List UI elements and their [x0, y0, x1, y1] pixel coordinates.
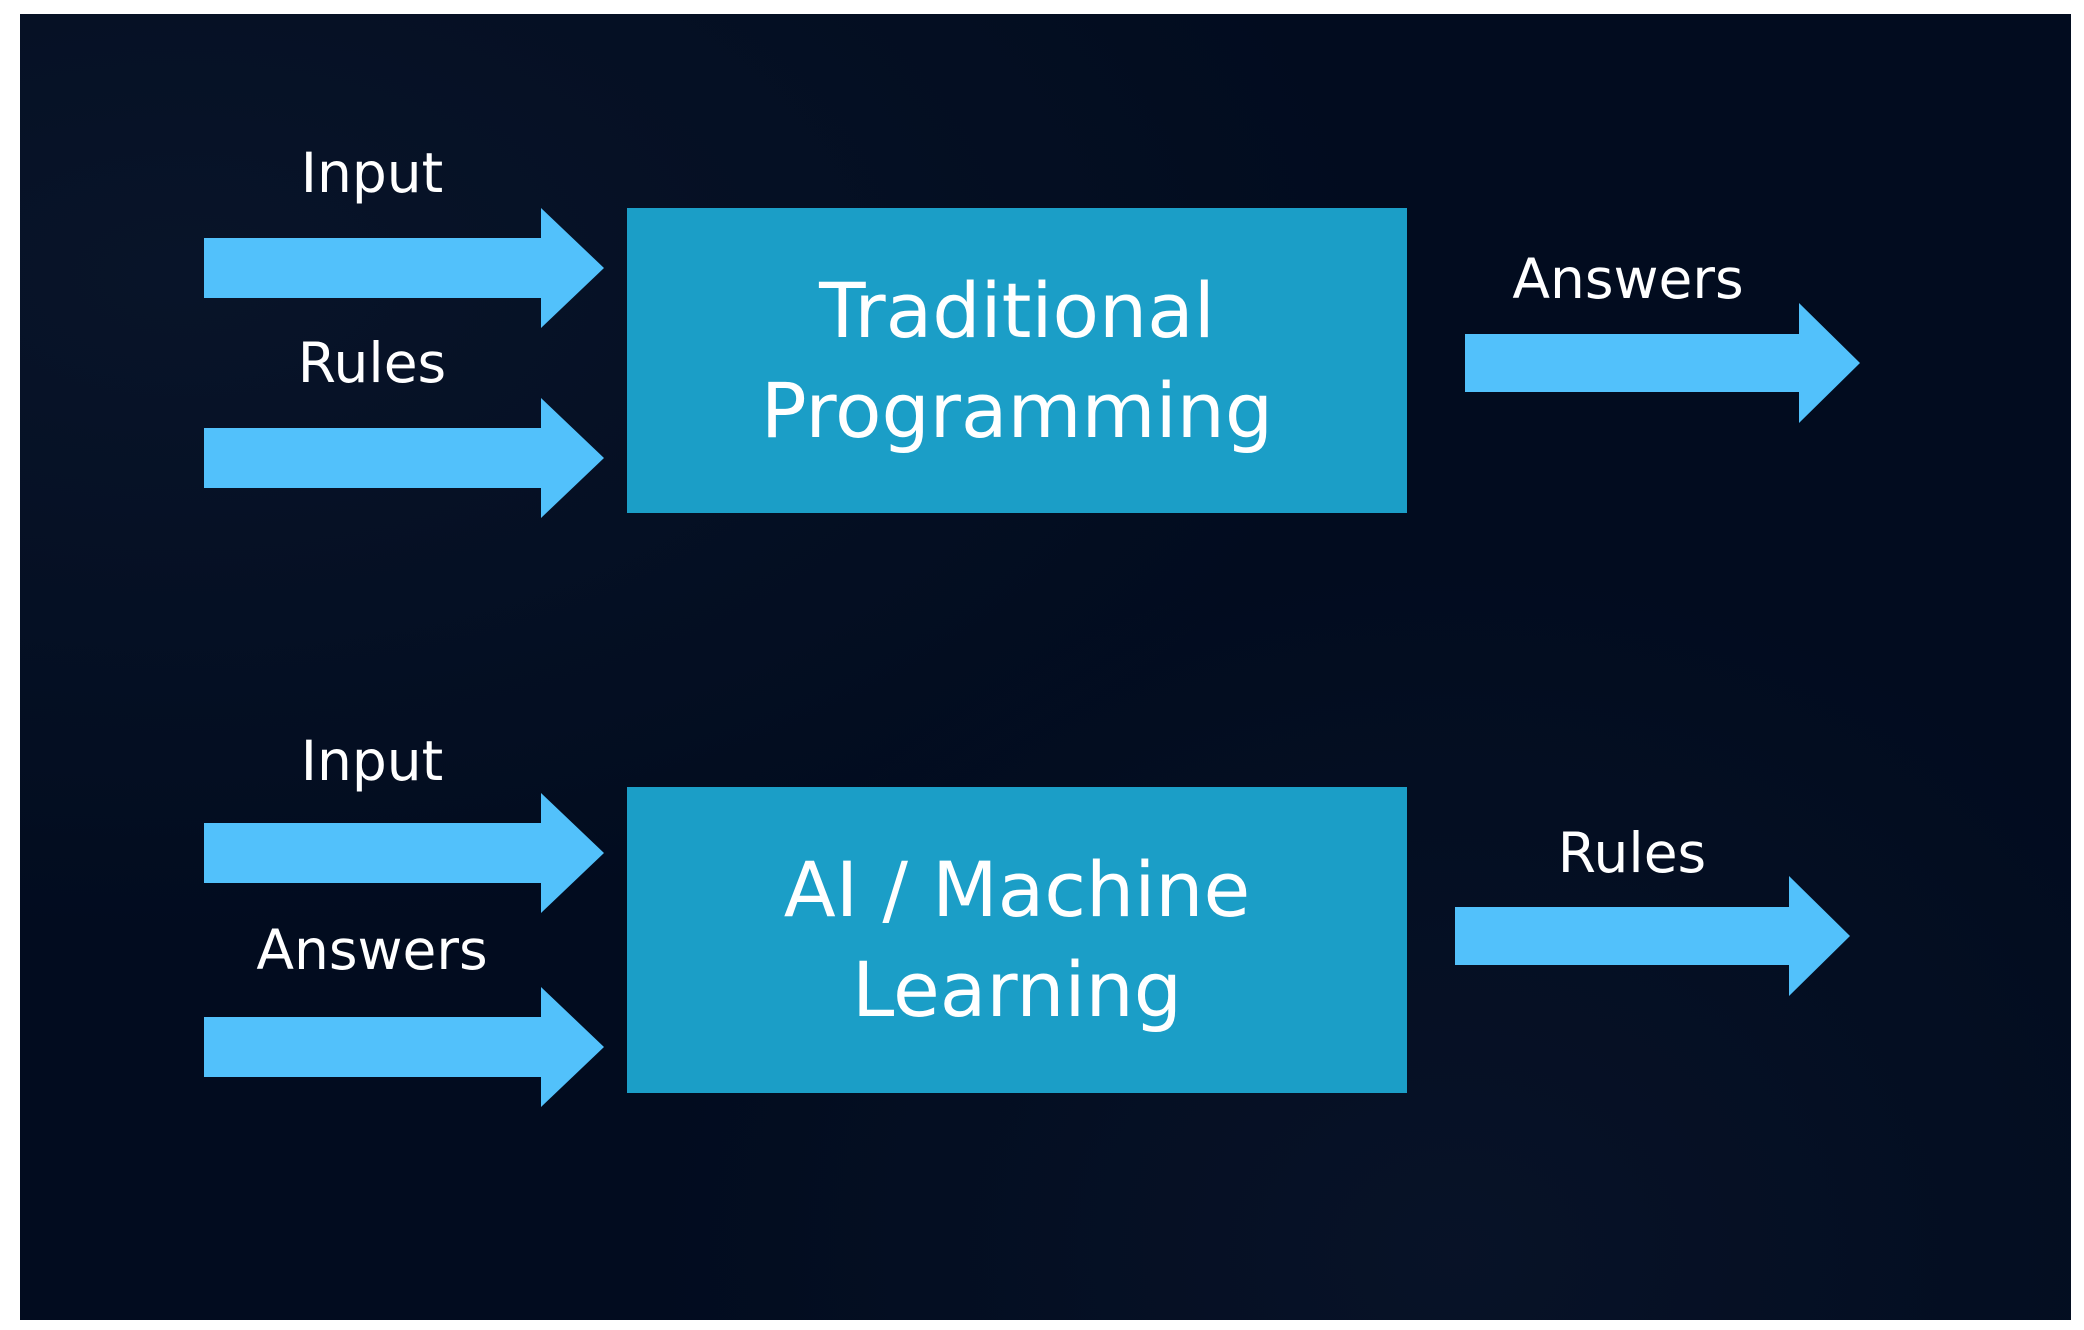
traditional-programming-line1: Traditional: [819, 265, 1215, 355]
traditional-programming-box: Traditional Programming: [627, 208, 1407, 513]
ai-machine-learning-line1: AI / Machine: [783, 845, 1251, 934]
top-input-arrow-icon: [204, 208, 604, 328]
bottom-input-label: Input: [300, 729, 444, 793]
traditional-programming-line2: Programming: [760, 365, 1274, 455]
top-answers-label: Answers: [1512, 247, 1744, 311]
top-rules-arrow-icon: [204, 398, 604, 518]
diagram-canvas: Input Rules Traditional Programming Answ…: [20, 14, 2071, 1320]
ai-machine-learning-box: AI / Machine Learning: [627, 787, 1407, 1093]
top-answers-arrow-icon: [1465, 303, 1860, 423]
bottom-rules-arrow-icon: [1455, 876, 1850, 996]
ai-machine-learning-line2: Learning: [852, 945, 1182, 1034]
top-rules-label: Rules: [297, 331, 447, 395]
bottom-answers-label: Answers: [256, 918, 488, 982]
bottom-answers-arrow-icon: [204, 987, 604, 1107]
bottom-input-arrow-icon: [204, 793, 604, 913]
top-input-label: Input: [300, 141, 444, 205]
bottom-rules-label: Rules: [1557, 821, 1707, 885]
